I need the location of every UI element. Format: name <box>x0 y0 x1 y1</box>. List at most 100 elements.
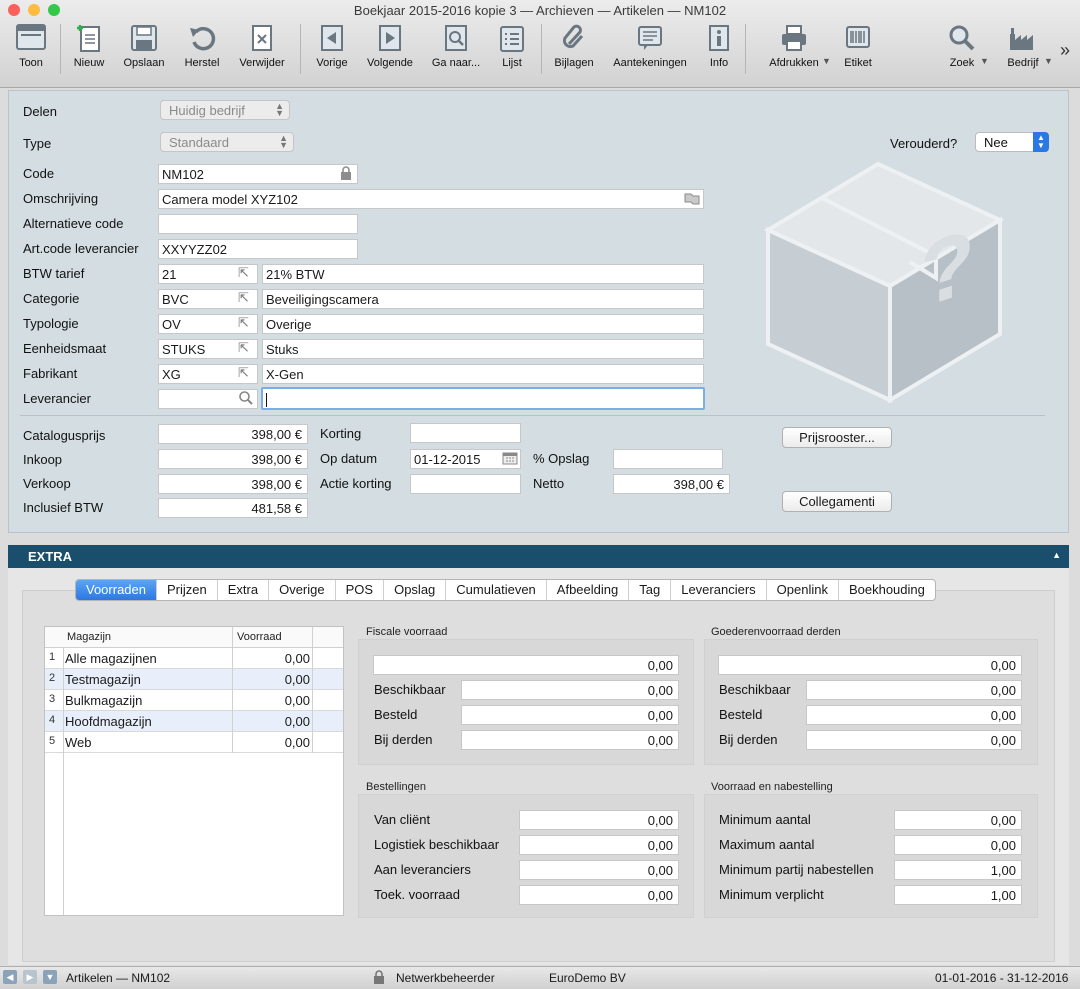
code-field[interactable]: NM102 <box>158 164 358 184</box>
inclusief-btw-field[interactable]: 481,58 € <box>158 498 308 518</box>
toolbar-separator <box>745 24 746 74</box>
tab-afbeelding[interactable]: Afbeelding <box>547 580 630 600</box>
tab-openlink[interactable]: Openlink <box>767 580 839 600</box>
table-row[interactable]: 4 Hoofdmagazijn 0,00 <box>45 711 343 732</box>
code-label: Code <box>23 166 55 181</box>
tab-extra[interactable]: Extra <box>218 580 270 600</box>
lookup-arrow-icon[interactable]: ⇱ <box>238 340 249 356</box>
netto-field[interactable]: 398,00 € <box>613 474 730 494</box>
next-record-icon[interactable]: ▶ <box>23 970 37 984</box>
inkoop-field[interactable]: 398,00 € <box>158 449 308 469</box>
toek-voorraad-field[interactable]: 0,00 <box>519 885 679 905</box>
magazijn-table[interactable]: Magazijn Voorraad 1 Alle magazijnen 0,00 2 T… <box>44 626 344 916</box>
korting-field[interactable] <box>410 423 521 443</box>
delete-document-icon <box>252 25 272 51</box>
tab-voorraden[interactable]: Voorraden <box>76 580 157 600</box>
table-row[interactable]: 3 Bulkmagazijn 0,00 <box>45 690 343 711</box>
alternatieve-code-field[interactable] <box>158 214 358 234</box>
table-row[interactable]: 5 Web 0,00 <box>45 732 343 753</box>
logistiek-beschikbaar-field[interactable]: 0,00 <box>519 835 679 855</box>
column-header-magazijn[interactable]: Magazijn <box>67 631 111 643</box>
goederen-total-field[interactable]: 0,00 <box>718 655 1022 675</box>
previous-record-icon[interactable]: ◀ <box>3 970 17 984</box>
collegamenti-button[interactable]: Collegamenti <box>782 491 892 512</box>
collapse-icon[interactable]: ▲ <box>1052 550 1061 560</box>
lookup-arrow-icon[interactable]: ⇱ <box>238 365 249 381</box>
goederen-beschikbaar-field[interactable]: 0,00 <box>806 680 1022 700</box>
aantekeningen-button[interactable]: Aantekeningen <box>610 22 690 78</box>
tab-overige[interactable]: Overige <box>269 580 336 600</box>
tab-leveranciers[interactable]: Leveranciers <box>671 580 767 600</box>
lookup-arrow-icon[interactable]: ⇱ <box>238 315 249 331</box>
tab-cumulatieven[interactable]: Cumulatieven <box>446 580 547 600</box>
lijst-button[interactable]: Lijst <box>492 22 532 78</box>
column-header-voorraad[interactable]: Voorraad <box>237 631 282 643</box>
minimum-verplicht-field[interactable]: 1,00 <box>894 885 1022 905</box>
tab-pos[interactable]: POS <box>336 580 385 600</box>
text-cursor <box>266 392 267 407</box>
typologie-desc-field[interactable]: Overige <box>262 314 704 334</box>
afdrukken-button[interactable]: Afdrukken <box>764 22 824 78</box>
delen-select[interactable]: Huidig bedrijf ▲ ▼ <box>160 100 290 120</box>
btw-desc-field[interactable]: 21% BTW <box>262 264 704 284</box>
calendar-icon[interactable] <box>502 451 518 465</box>
vorige-button[interactable]: Vorige <box>311 22 353 78</box>
omschrijving-field[interactable]: Camera model XYZ102 <box>158 189 704 209</box>
toolbar-overflow-icon[interactable]: » <box>1060 40 1070 61</box>
bedrijf-dropdown-icon[interactable]: ▼ <box>1044 56 1053 66</box>
goederen-besteld-field[interactable]: 0,00 <box>806 705 1022 725</box>
lookup-arrow-icon[interactable]: ⇱ <box>238 290 249 306</box>
maximum-aantal-field[interactable]: 0,00 <box>894 835 1022 855</box>
voorraad-value: 0,00 <box>284 714 310 729</box>
eenheidsmaat-desc-field[interactable]: Stuks <box>262 339 704 359</box>
tab-prijzen[interactable]: Prijzen <box>157 580 218 600</box>
table-row[interactable]: 1 Alle magazijnen 0,00 <box>45 648 343 669</box>
nieuw-button[interactable]: Nieuw <box>68 22 110 78</box>
bedrijf-button[interactable]: Bedrijf <box>1004 22 1042 78</box>
goederen-bij-derden-field[interactable]: 0,00 <box>806 730 1022 750</box>
translate-flag-icon[interactable] <box>684 192 700 205</box>
zoek-button[interactable]: Zoek <box>944 22 980 78</box>
fiscale-total-field[interactable]: 0,00 <box>373 655 679 675</box>
bijlagen-button[interactable]: Bijlagen <box>551 22 597 78</box>
verouderd-select[interactable]: Nee ▲ ▼ <box>975 132 1049 152</box>
search-icon[interactable] <box>238 390 254 406</box>
extra-section-header[interactable]: EXTRA ▲ <box>8 545 1069 568</box>
herstel-button[interactable]: Herstel <box>180 22 224 78</box>
etiket-button[interactable]: Etiket <box>838 22 878 78</box>
toon-button[interactable]: Toon <box>10 22 52 78</box>
fiscale-bij-derden-field[interactable]: 0,00 <box>461 730 679 750</box>
info-button[interactable]: Info <box>702 22 736 78</box>
record-menu-icon[interactable]: ▼ <box>43 970 57 984</box>
lookup-arrow-icon[interactable]: ⇱ <box>238 265 249 281</box>
opslaan-button[interactable]: Opslaan <box>120 22 168 78</box>
tab-tag[interactable]: Tag <box>629 580 672 600</box>
van-client-field[interactable]: 0,00 <box>519 810 679 830</box>
catalogusprijs-field[interactable]: 398,00 € <box>158 424 308 444</box>
type-select[interactable]: Standaard ▲ ▼ <box>160 132 294 152</box>
afdrukken-dropdown-icon[interactable]: ▼ <box>822 56 831 66</box>
tab-boekhouding[interactable]: Boekhouding <box>839 580 935 600</box>
voorraad-value: 0,00 <box>284 693 310 708</box>
verkoop-field[interactable]: 398,00 € <box>158 474 308 494</box>
minimum-partij-field[interactable]: 1,00 <box>894 860 1022 880</box>
logistiek-beschikbaar-label: Logistiek beschikbaar <box>374 837 500 852</box>
aan-leveranciers-field[interactable]: 0,00 <box>519 860 679 880</box>
fabrikant-desc-field[interactable]: X-Gen <box>262 364 704 384</box>
ga-naar-button[interactable]: Ga naar... <box>430 22 482 78</box>
zoek-dropdown-icon[interactable]: ▼ <box>980 56 989 66</box>
fiscale-beschikbaar-field[interactable]: 0,00 <box>461 680 679 700</box>
tab-opslag[interactable]: Opslag <box>384 580 447 600</box>
fiscale-besteld-field[interactable]: 0,00 <box>461 705 679 725</box>
verwijder-button[interactable]: Verwijder <box>236 22 288 78</box>
volgende-button[interactable]: Volgende <box>364 22 416 78</box>
prijsrooster-button[interactable]: Prijsrooster... <box>782 427 892 448</box>
select-arrows-icon: ▲ ▼ <box>1033 132 1049 152</box>
artcode-leverancier-field[interactable]: XXYYZZ02 <box>158 239 358 259</box>
opslag-field[interactable] <box>613 449 723 469</box>
categorie-desc-field[interactable]: Beveiligingscamera <box>262 289 704 309</box>
table-row[interactable]: 2 Testmagazijn 0,00 <box>45 669 343 690</box>
minimum-aantal-field[interactable]: 0,00 <box>894 810 1022 830</box>
actie-korting-field[interactable] <box>410 474 521 494</box>
leverancier-desc-field[interactable] <box>261 387 705 410</box>
